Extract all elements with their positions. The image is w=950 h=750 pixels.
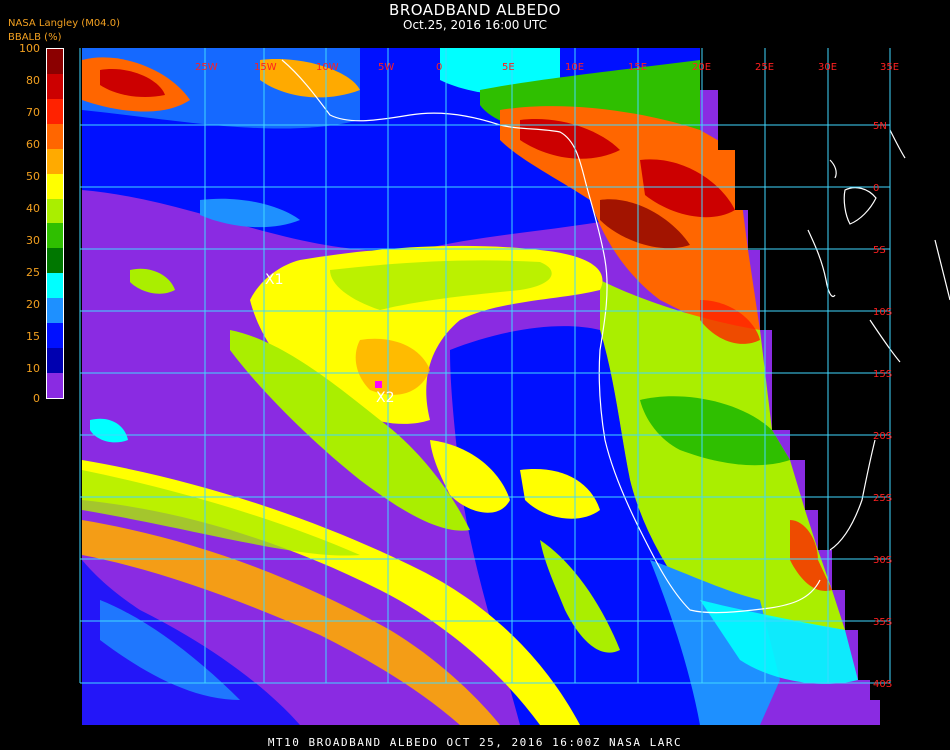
longitude-label: 35E <box>880 62 899 73</box>
marker-x2-dot <box>375 381 382 388</box>
satellite-imagery <box>82 48 880 725</box>
footer-caption: MT10 BROADBAND ALBEDO OCT 25, 2016 16:00… <box>267 736 683 749</box>
latitude-label: 20S <box>873 431 892 442</box>
latitude-label: 40S <box>873 679 892 690</box>
longitude-label: 5W <box>378 62 394 73</box>
longitude-label: 10W <box>316 62 339 73</box>
latitude-label: 25S <box>873 493 892 504</box>
longitude-label: 0 <box>436 62 442 73</box>
longitude-label: 20E <box>692 62 711 73</box>
longitude-label: 15E <box>628 62 647 73</box>
latitude-label: 35S <box>873 617 892 628</box>
latitude-label: 5S <box>873 245 886 256</box>
latitude-label: 10S <box>873 307 892 318</box>
albedo-map[interactable]: 25W 15W 10W 5W 0 5E 10E 15E 20E 25E 30E 35E 5N 0 5S 10S… <box>0 0 950 750</box>
longitude-label: 15W <box>254 62 277 73</box>
latitude-label: 15S <box>873 369 892 380</box>
longitude-label: 30E <box>818 62 837 73</box>
longitude-label: 25W <box>195 62 218 73</box>
longitude-label: 5E <box>502 62 515 73</box>
marker-x1[interactable]: X1 <box>265 272 284 288</box>
latitude-label: 5N <box>873 121 887 132</box>
latitude-label: 30S <box>873 555 892 566</box>
latitude-label: 0 <box>873 183 879 194</box>
longitude-label: 25E <box>755 62 774 73</box>
marker-x2-label: X2 <box>376 390 395 406</box>
longitude-label: 10E <box>565 62 584 73</box>
marker-x1-label: X1 <box>265 272 284 288</box>
